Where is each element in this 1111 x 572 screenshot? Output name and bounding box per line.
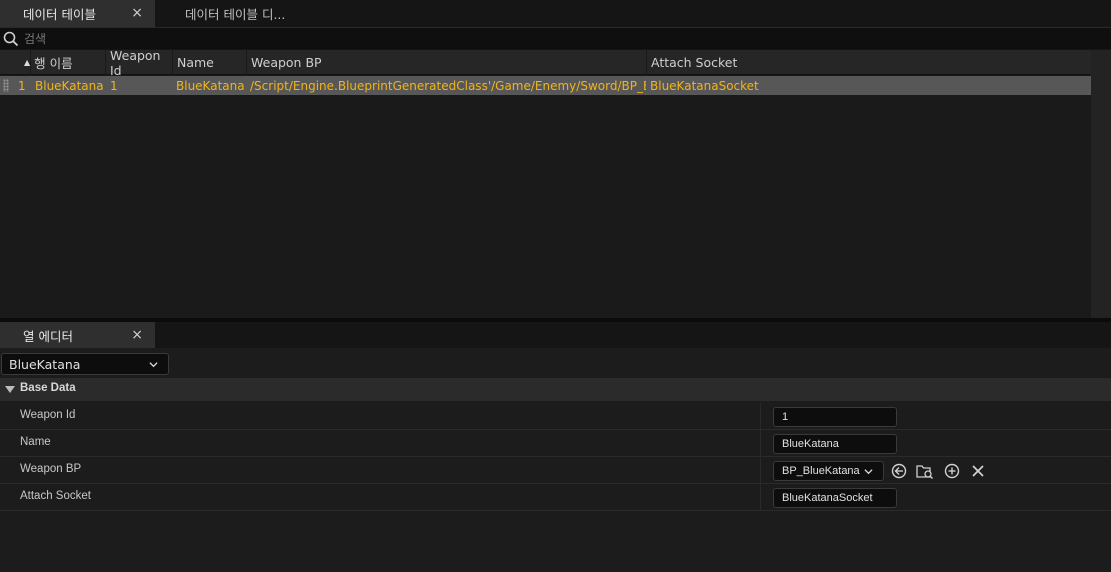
clear-icon[interactable]	[969, 462, 987, 480]
search-bar	[0, 27, 1111, 49]
tab-label: 데이터 테이블 디...	[185, 7, 286, 22]
property-row-weapon-bp: Weapon BP BP_BlueKatana	[0, 457, 1111, 484]
column-divider[interactable]	[760, 430, 761, 457]
tab-label: 데이터 테이블	[23, 7, 96, 22]
chevron-down-icon	[864, 469, 873, 475]
row-editor-tab-bar: 열 에디터 ×	[0, 322, 1111, 348]
category-label: Base Data	[20, 382, 76, 394]
close-icon[interactable]: ×	[131, 327, 143, 343]
weapon-bp-cell: /Script/Engine.BlueprintGeneratedClass'/…	[250, 78, 646, 93]
category-header[interactable]: Base Data	[0, 378, 1111, 401]
property-row-name: Name BlueKatana	[0, 430, 1111, 457]
property-name: Weapon Id	[20, 409, 76, 421]
column-divider[interactable]	[760, 484, 761, 511]
header-weapon-id[interactable]: Weapon Id	[106, 48, 173, 78]
use-selected-icon[interactable]	[890, 462, 908, 480]
header-row-name[interactable]: ▲ 행 이름	[20, 50, 106, 75]
column-divider[interactable]	[760, 403, 761, 430]
table-header: ▲ 행 이름 Weapon Id Name Weapon BP Attach S…	[0, 48, 1091, 78]
property-row-attach-socket: Attach Socket BlueKatanaSocket	[0, 484, 1111, 511]
property-name: Name	[20, 436, 51, 448]
search-input[interactable]	[24, 29, 1104, 48]
asset-name: BP_BlueKatana	[782, 465, 860, 477]
chevron-down-icon	[149, 362, 158, 368]
close-icon[interactable]: ×	[131, 5, 143, 21]
row-name-cell: BlueKatana	[35, 78, 104, 93]
weapon-bp-asset-picker[interactable]: BP_BlueKatana	[773, 461, 884, 481]
weapon-id-field[interactable]: 1	[773, 407, 897, 427]
column-divider[interactable]	[760, 457, 761, 484]
name-cell: BlueKatana	[176, 78, 245, 93]
row-select-dropdown[interactable]: BlueKatana	[1, 353, 169, 375]
header-name[interactable]: Name	[173, 50, 247, 75]
weapon-id-cell: 1	[110, 78, 118, 93]
tab-bar: 데이터 테이블 × 데이터 테이블 디...	[0, 0, 1111, 27]
tab-data-table-details[interactable]: 데이터 테이블 디...	[165, 0, 315, 27]
row-index: 1	[18, 78, 26, 93]
search-icon	[3, 31, 19, 47]
header-attach-socket[interactable]: Attach Socket	[647, 50, 1091, 75]
tab-row-editor[interactable]: 열 에디터 ×	[0, 322, 155, 348]
selected-row-label: BlueKatana	[9, 356, 81, 372]
table-row[interactable]: 1 BlueKatana 1 BlueKatana /Script/Engine…	[0, 76, 1091, 95]
header-weapon-bp[interactable]: Weapon BP	[247, 50, 647, 75]
drag-handle-icon[interactable]	[3, 79, 9, 92]
name-field[interactable]: BlueKatana	[773, 434, 897, 454]
attach-socket-field[interactable]: BlueKatanaSocket	[773, 488, 897, 508]
property-row-weapon-id: Weapon Id 1	[0, 403, 1111, 430]
add-icon[interactable]	[943, 462, 961, 480]
attach-socket-cell: BlueKatanaSocket	[650, 78, 759, 93]
data-table: ▲ 행 이름 Weapon Id Name Weapon BP Attach S…	[0, 48, 1111, 318]
browse-folder-icon[interactable]	[916, 462, 934, 480]
vertical-scrollbar[interactable]	[1091, 50, 1111, 318]
tab-label: 열 에디터	[23, 328, 73, 344]
property-name: Attach Socket	[20, 490, 91, 502]
sort-ascending-icon: ▲	[24, 58, 31, 67]
tab-data-table[interactable]: 데이터 테이블 ×	[0, 0, 155, 27]
collapse-arrow-icon[interactable]	[5, 386, 15, 393]
row-editor-panel: 열 에디터 × BlueKatana Base Data Weapon Id 1…	[0, 322, 1111, 572]
property-name: Weapon BP	[20, 463, 82, 475]
